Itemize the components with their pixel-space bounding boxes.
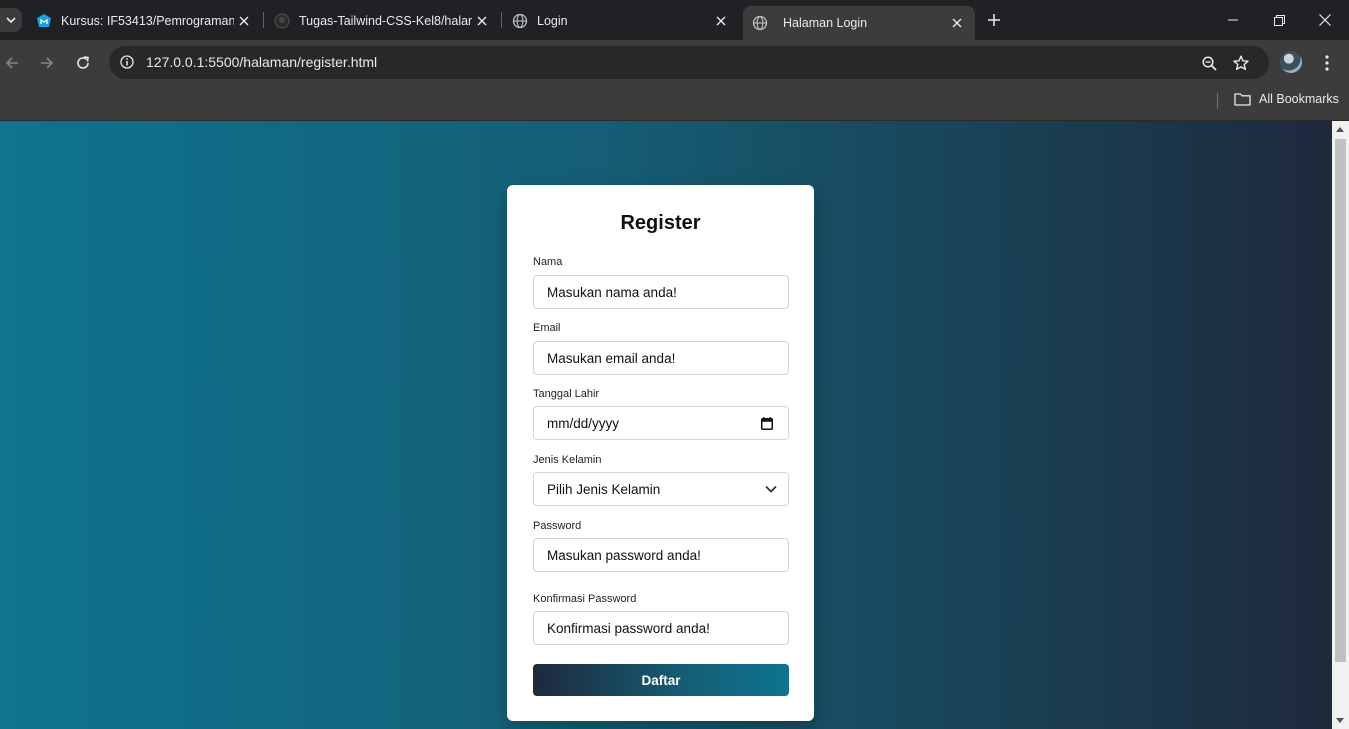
new-tab-button[interactable] <box>983 9 1005 31</box>
bookmarks-bar: All Bookmarks <box>0 86 1349 121</box>
url-text[interactable]: 127.0.0.1:5500/halaman/register.html <box>146 54 377 70</box>
bookmarks-separator <box>1217 93 1218 109</box>
nama-label: Nama <box>533 256 563 268</box>
scrollbar-thumb[interactable] <box>1335 139 1346 662</box>
globe-icon <box>752 15 768 31</box>
close-window-button[interactable] <box>1302 0 1348 40</box>
password-label: Password <box>533 520 582 532</box>
register-card: Register Nama Masukan nama anda! Email M… <box>507 185 814 721</box>
browser-menu-button[interactable] <box>1316 51 1338 75</box>
tab-kursus[interactable]: Kursus: IF53413/Pemrograman W <box>0 6 262 35</box>
zoom-icon[interactable] <box>1198 52 1220 74</box>
scroll-down-arrow[interactable] <box>1336 718 1344 723</box>
minimize-button[interactable] <box>1210 0 1256 40</box>
scroll-up-arrow[interactable] <box>1336 127 1344 132</box>
site-info-icon[interactable] <box>117 52 137 72</box>
jenis-kelamin-select[interactable]: Pilih Jenis Kelamin <box>533 472 789 506</box>
all-bookmarks-button[interactable]: All Bookmarks <box>1234 92 1339 106</box>
plus-icon <box>988 14 1000 26</box>
nama-input[interactable]: Masukan nama anda! <box>533 275 789 309</box>
profile-avatar[interactable] <box>1280 51 1302 73</box>
tab-halaman-login[interactable]: Halaman Login <box>743 6 975 40</box>
all-bookmarks-label: All Bookmarks <box>1259 92 1339 106</box>
email-placeholder: Masukan email anda! <box>547 350 676 366</box>
tanggal-lahir-input[interactable]: mm/dd/yyyy <box>533 406 789 440</box>
close-icon[interactable] <box>947 13 967 33</box>
email-label: Email <box>533 322 561 334</box>
moodle-icon <box>36 13 52 29</box>
browser-toolbar: 127.0.0.1:5500/halaman/register.html <box>0 40 1349 86</box>
konfirmasi-placeholder: Konfirmasi password anda! <box>547 620 710 636</box>
password-input[interactable]: Masukan password anda! <box>533 538 789 572</box>
email-input[interactable]: Masukan email anda! <box>533 341 789 375</box>
select-value: Pilih Jenis Kelamin <box>547 481 661 497</box>
close-icon[interactable] <box>711 11 731 31</box>
folder-icon <box>1234 92 1251 106</box>
reload-icon <box>77 56 89 69</box>
arrow-right-icon <box>41 57 54 69</box>
form-title: Register <box>620 212 701 234</box>
tab-title: Tugas-Tailwind-CSS-Kel8/halam <box>299 13 472 28</box>
close-icon <box>1319 14 1331 26</box>
konfirmasi-password-input[interactable]: Konfirmasi password anda! <box>533 611 789 645</box>
password-placeholder: Masukan password anda! <box>547 547 701 563</box>
restore-button[interactable] <box>1256 0 1302 40</box>
calendar-icon[interactable] <box>760 416 774 430</box>
chevron-down-icon <box>764 482 778 496</box>
more-vert-icon <box>1325 55 1329 71</box>
back-button[interactable] <box>0 51 24 75</box>
date-placeholder: mm/dd/yyyy <box>547 415 620 431</box>
address-bar[interactable]: 127.0.0.1:5500/halaman/register.html <box>109 46 1269 79</box>
nama-placeholder: Masukan nama anda! <box>547 284 677 300</box>
tab-title: Login <box>537 13 568 28</box>
tanggal-lahir-label: Tanggal Lahir <box>533 388 600 400</box>
page-viewport: Register Nama Masukan nama anda! Email M… <box>0 121 1332 729</box>
tab-login[interactable]: Login <box>476 6 739 35</box>
github-icon <box>274 13 290 29</box>
jenis-kelamin-label: Jenis Kelamin <box>533 454 602 466</box>
arrow-left-icon <box>5 57 18 69</box>
globe-icon <box>512 13 528 29</box>
daftar-button[interactable]: Daftar <box>533 664 789 696</box>
tab-title: Halaman Login <box>783 16 868 30</box>
reload-button[interactable] <box>71 51 95 75</box>
tab-github[interactable]: Tugas-Tailwind-CSS-Kel8/halam <box>238 6 500 35</box>
tab-strip: Kursus: IF53413/Pemrograman W Tugas-Tail… <box>0 0 1349 40</box>
konfirmasi-password-label: Konfirmasi Password <box>533 593 637 605</box>
page-scrollbar[interactable] <box>1332 121 1349 729</box>
minimize-icon <box>1228 19 1238 21</box>
bookmark-star-icon[interactable] <box>1230 52 1252 74</box>
tab-title: Kursus: IF53413/Pemrograman W <box>61 13 234 28</box>
forward-button[interactable] <box>35 51 59 75</box>
restore-icon <box>1273 14 1285 26</box>
